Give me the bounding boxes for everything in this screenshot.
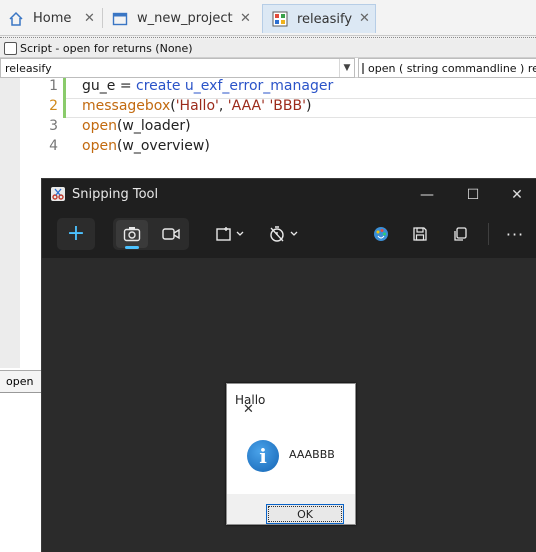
line-number: 2 bbox=[49, 98, 58, 114]
ok-button[interactable]: OK bbox=[266, 504, 344, 524]
bottom-tab-open[interactable]: open bbox=[0, 370, 41, 392]
tab-releasify[interactable]: releasify ✕ bbox=[262, 4, 376, 33]
timer-off-icon bbox=[270, 226, 298, 242]
screenshot-mode-button[interactable] bbox=[116, 220, 148, 248]
message-box-body: i AAABBB bbox=[227, 414, 355, 494]
code-line[interactable]: 1 gu_e = create u_exf_error_manager bbox=[0, 78, 536, 98]
tab-divider bbox=[102, 8, 103, 28]
scissors-icon bbox=[51, 187, 65, 201]
snipping-tool-titlebar: Snipping Tool — ☐ ✕ bbox=[42, 179, 536, 210]
code-text: open(w_loader) bbox=[82, 118, 191, 134]
snip-shape-dropdown[interactable] bbox=[210, 220, 250, 248]
code-line[interactable]: 4 open(w_overview) bbox=[0, 138, 536, 158]
line-number: 4 bbox=[49, 138, 58, 154]
maximize-button[interactable]: ☐ bbox=[453, 179, 493, 210]
code-line[interactable]: 2 messagebox('Hallo', 'AAA' 'BBB') bbox=[0, 98, 536, 118]
code-text: gu_e = create u_exf_error_manager bbox=[82, 78, 333, 94]
close-icon: ✕ bbox=[84, 11, 95, 26]
snipping-tool-title: Snipping Tool bbox=[72, 187, 159, 202]
video-mode-button[interactable] bbox=[156, 220, 186, 248]
code-token: (w_overview) bbox=[116, 138, 210, 154]
script-header-text: Script - open for returns (None) bbox=[20, 41, 193, 55]
script-header: Script - open for returns (None) bbox=[0, 39, 536, 58]
message-box-dialog: Hallo ✕ i AAABBB OK bbox=[226, 383, 356, 525]
minimize-button[interactable]: — bbox=[407, 179, 447, 210]
code-line[interactable]: 3 open(w_loader) bbox=[0, 118, 536, 138]
code-string: 'AAA' bbox=[227, 98, 265, 114]
change-marker bbox=[63, 78, 66, 98]
message-box-titlebar: Hallo ✕ bbox=[227, 384, 355, 417]
copy-icon bbox=[454, 227, 467, 241]
app-grid-icon bbox=[272, 11, 288, 27]
tab-w-new-project[interactable]: w_new_project bbox=[112, 4, 233, 33]
close-icon[interactable]: ✕ bbox=[359, 11, 370, 26]
home-icon bbox=[9, 11, 23, 26]
paint-palette-icon bbox=[374, 227, 388, 241]
code-function: messagebox bbox=[82, 98, 171, 114]
save-icon bbox=[413, 227, 427, 241]
tab-home-close[interactable]: ✕ bbox=[84, 4, 95, 33]
tab-w-new-project-label: w_new_project bbox=[137, 11, 233, 26]
edit-in-paint-button[interactable] bbox=[366, 220, 396, 248]
new-snip-button[interactable]: + bbox=[57, 218, 95, 250]
script-selector-row: releasify ▼ open ( string commandline ) … bbox=[0, 58, 536, 78]
code-text: open(w_overview) bbox=[82, 138, 210, 154]
screen: Home ✕ w_new_project ✕ releasify ✕ Scrip… bbox=[0, 0, 536, 552]
close-icon: ✕ bbox=[240, 11, 251, 26]
window-icon bbox=[112, 12, 128, 25]
code-identifier: u_exf_error_manager bbox=[184, 78, 334, 94]
line-number: 3 bbox=[49, 118, 58, 134]
event-icon bbox=[362, 62, 364, 74]
code-function: open bbox=[82, 118, 117, 134]
code-function: open bbox=[82, 138, 117, 154]
code-text: messagebox('Hallo', 'AAA' 'BBB') bbox=[82, 98, 311, 114]
tab-home[interactable]: Home bbox=[8, 4, 71, 33]
info-icon: i bbox=[247, 440, 279, 472]
video-camera-icon bbox=[162, 228, 180, 240]
code-token: (w_loader) bbox=[116, 118, 191, 134]
code-token: , bbox=[218, 98, 228, 114]
code-token: ) bbox=[305, 98, 312, 114]
more-options-button[interactable]: ··· bbox=[500, 220, 530, 248]
bottom-panel bbox=[0, 392, 41, 476]
code-string: 'BBB' bbox=[269, 98, 306, 114]
camera-icon bbox=[123, 227, 141, 242]
script-icon bbox=[4, 41, 17, 55]
code-string: 'Hallo' bbox=[175, 98, 219, 114]
save-button[interactable] bbox=[405, 220, 435, 248]
close-button[interactable]: ✕ bbox=[497, 179, 536, 210]
event-combo-value: open ( string commandline ) returns bbox=[368, 61, 536, 75]
event-combo[interactable]: open ( string commandline ) returns bbox=[358, 58, 536, 78]
change-marker bbox=[63, 98, 66, 118]
rectangle-snip-icon bbox=[216, 227, 244, 241]
close-button[interactable]: ✕ bbox=[235, 393, 255, 417]
object-combo[interactable]: releasify ▼ bbox=[0, 58, 355, 78]
message-box-text: AAABBB bbox=[289, 448, 335, 461]
active-mode-indicator bbox=[125, 246, 139, 249]
message-box-footer: OK bbox=[227, 494, 355, 524]
toolbar-divider bbox=[488, 223, 489, 245]
delay-dropdown[interactable] bbox=[264, 220, 304, 248]
tab-home-label: Home bbox=[33, 11, 72, 26]
document-tab-bar: Home ✕ w_new_project ✕ releasify ✕ bbox=[0, 0, 536, 36]
tab-releasify-label: releasify bbox=[297, 11, 353, 27]
line-number: 1 bbox=[49, 78, 58, 94]
object-combo-value: releasify bbox=[5, 61, 52, 75]
snipping-tool-toolbar: + ··· bbox=[42, 210, 536, 258]
copy-button[interactable] bbox=[445, 220, 475, 248]
plus-icon: + bbox=[66, 221, 86, 246]
bottom-tab-label: open bbox=[6, 375, 34, 388]
code-token: gu_e = bbox=[82, 78, 137, 94]
chevron-down-icon[interactable]: ▼ bbox=[339, 59, 354, 77]
more-icon: ··· bbox=[505, 224, 525, 244]
code-keyword: create bbox=[136, 78, 181, 94]
tab-w-new-project-close[interactable]: ✕ bbox=[240, 4, 251, 33]
